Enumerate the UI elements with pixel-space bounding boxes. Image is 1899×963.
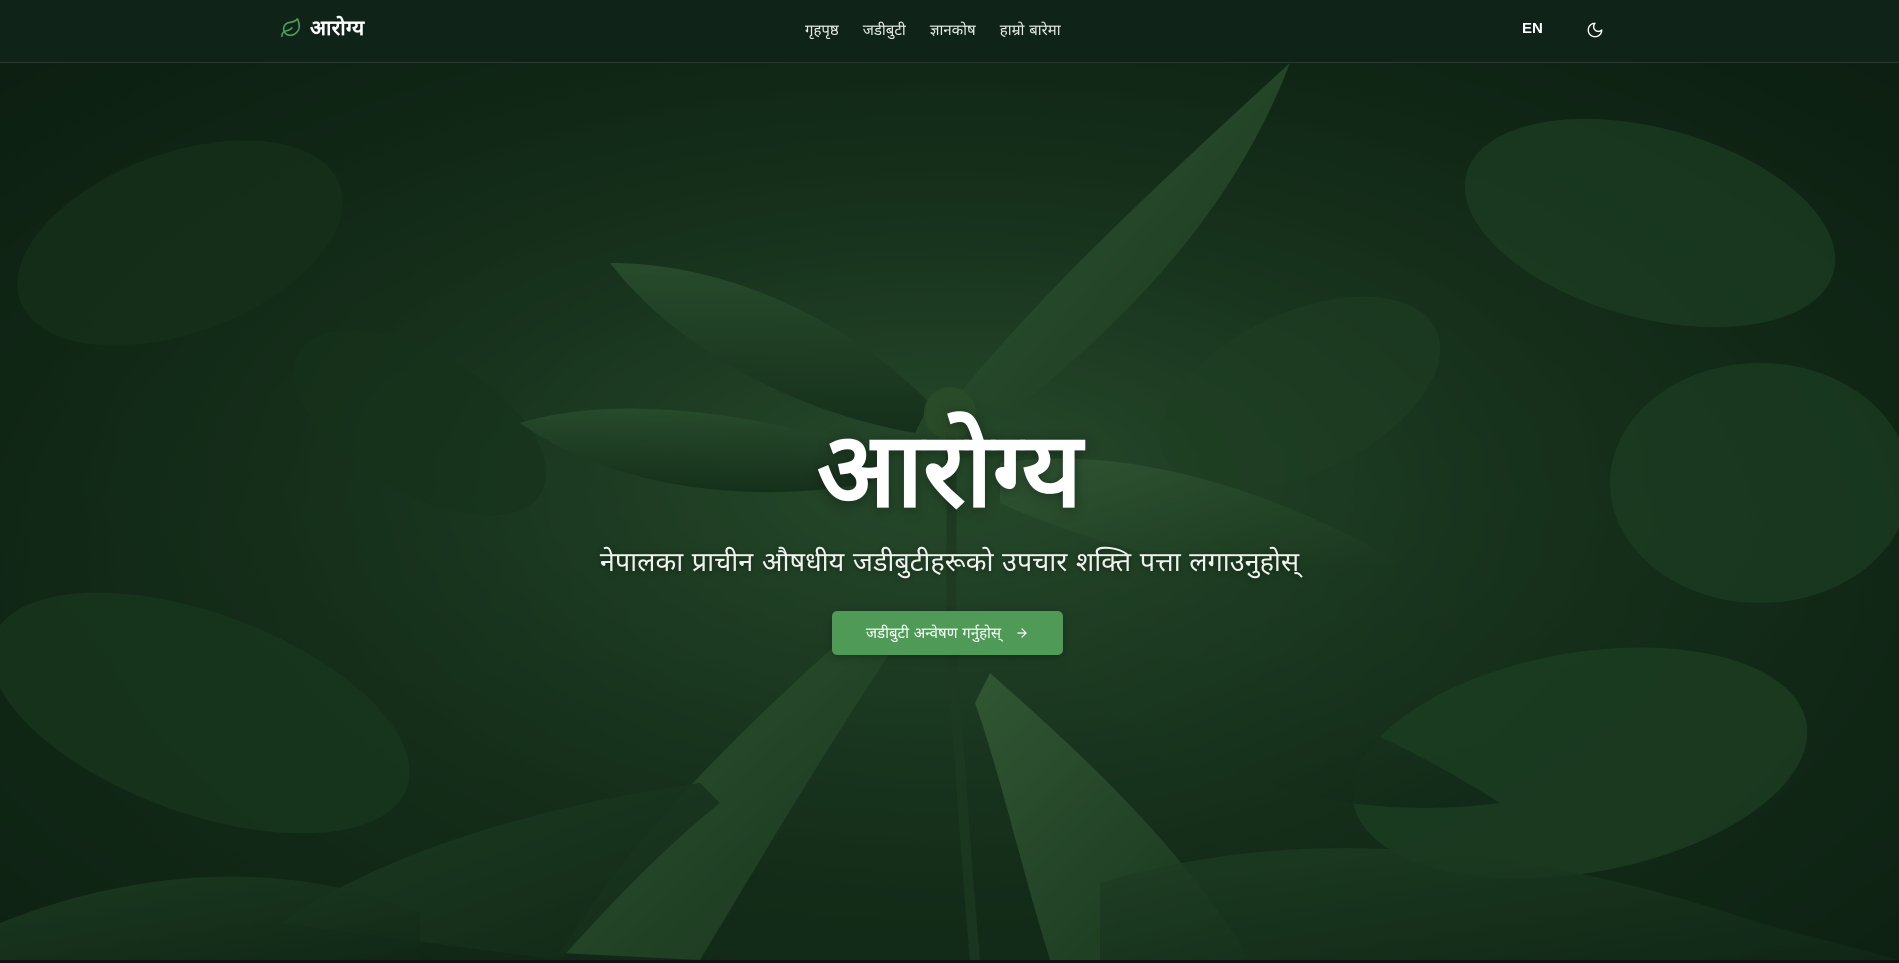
moon-icon xyxy=(1587,22,1603,38)
nav-item-herbs[interactable]: जडीबुटी xyxy=(863,20,906,40)
hero-content: आरोग्य नेपालका प्राचीन औषधीय जडीबुटीहरूक… xyxy=(0,63,1899,960)
brand-name: आरोग्य xyxy=(310,16,365,40)
top-navbar: आरोग्य गृहपृष्ठ जडीबुटी ज्ञानकोष हाम्रो … xyxy=(0,0,1899,63)
page: आरोग्य गृहपृष्ठ जडीबुटी ज्ञानकोष हाम्रो … xyxy=(0,0,1899,963)
arrow-right-icon xyxy=(1017,628,1027,638)
main-nav: गृहपृष्ठ जडीबुटी ज्ञानकोष हाम्रो बारेमा xyxy=(805,20,1061,40)
explore-herbs-button-label: जडीबुटी अन्वेषण गर्नुहोस् xyxy=(865,624,1002,642)
hero-title: आरोग्य xyxy=(816,408,1083,531)
language-toggle-button[interactable]: EN xyxy=(1522,20,1543,37)
nav-item-home[interactable]: गृहपृष्ठ xyxy=(805,20,839,40)
leaf-icon xyxy=(281,18,301,38)
nav-item-about[interactable]: हाम्रो बारेमा xyxy=(1000,20,1061,40)
theme-toggle-button[interactable] xyxy=(1586,21,1606,41)
hero-subtitle: नेपालका प्राचीन औषधीय जडीबुटीहरूको उपचार… xyxy=(599,547,1300,578)
brand-logo-link[interactable]: आरोग्य xyxy=(280,14,364,42)
nav-item-encyclopedia[interactable]: ज्ञानकोष xyxy=(930,20,976,40)
hero-section: आरोग्य नेपालका प्राचीन औषधीय जडीबुटीहरूक… xyxy=(0,63,1899,960)
explore-herbs-button[interactable]: जडीबुटी अन्वेषण गर्नुहोस् xyxy=(832,611,1063,655)
